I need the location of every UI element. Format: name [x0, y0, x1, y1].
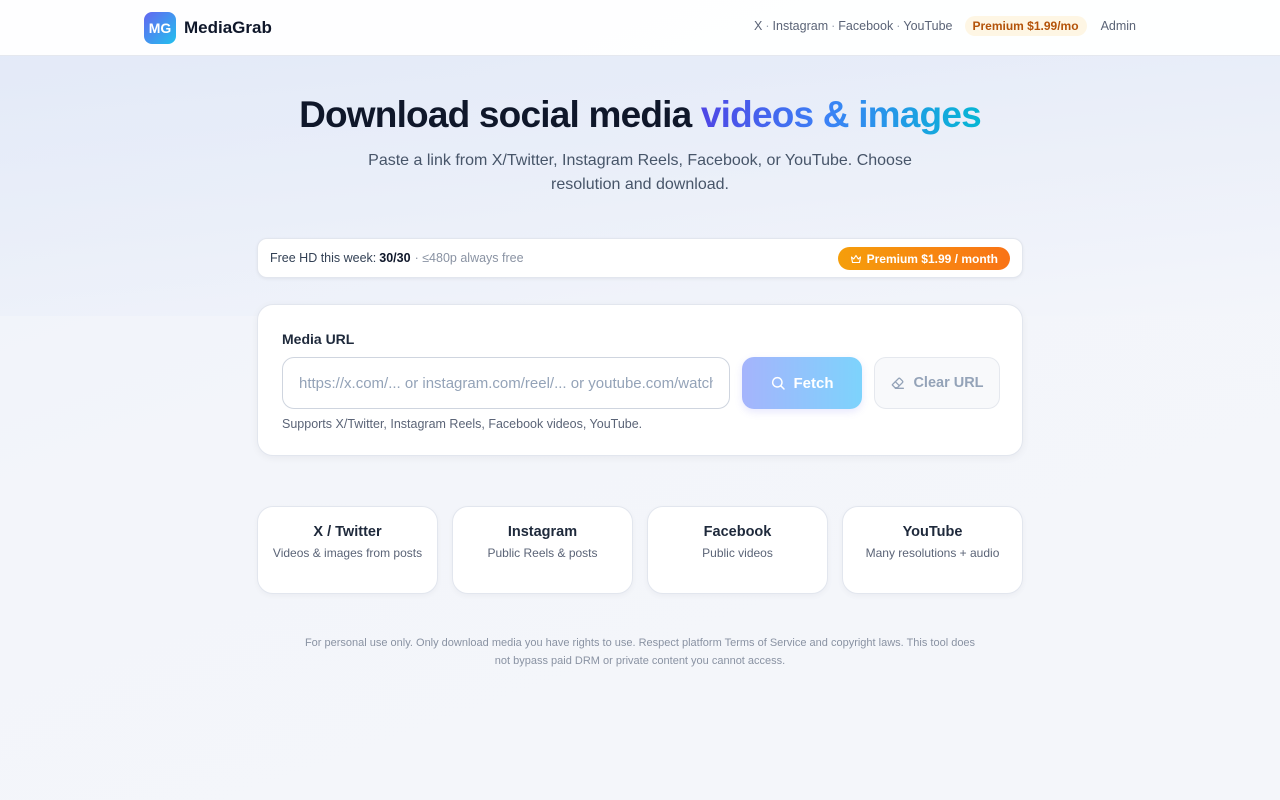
- nav-separator: ·: [831, 19, 836, 33]
- brand-name: MediaGrab: [184, 18, 272, 37]
- page-subtitle: Paste a link from X/Twitter, Instagram R…: [368, 152, 912, 193]
- fetch-button[interactable]: Fetch: [742, 357, 862, 409]
- quota-note: · ≤480p always free: [414, 251, 524, 265]
- top-navbar: MG MediaGrab X · Instagram · Facebook · You…: [0, 0, 1280, 56]
- platform-desc: Public videos: [702, 546, 773, 560]
- platform-title: Instagram: [507, 524, 578, 540]
- premium-badge[interactable]: Premium $1.99/mo: [964, 16, 1087, 36]
- platform-desc: Many resolutions + audio: [865, 546, 1000, 560]
- clear-url-label: Clear URL: [913, 375, 984, 391]
- platform-title: YouTube: [902, 524, 963, 540]
- fetch-button-label: Fetch: [793, 374, 834, 392]
- platform-card-facebook: Facebook Public videos: [647, 506, 828, 594]
- nav-link-instagram[interactable]: Instagram: [773, 19, 829, 33]
- page-title: Download social media videos & images: [0, 94, 1280, 136]
- admin-link[interactable]: Admin: [1101, 19, 1136, 33]
- platform-desc: Public Reels & posts: [487, 546, 598, 560]
- quota-label: Free HD this week:: [270, 251, 377, 265]
- nav-link-youtube[interactable]: YouTube: [903, 19, 952, 33]
- quota-bar: Free HD this week: 30/30 · ≤480p always …: [257, 238, 1023, 278]
- nav-link-facebook[interactable]: Facebook: [838, 19, 893, 33]
- platform-card-youtube: YouTube Many resolutions + audio: [842, 506, 1023, 594]
- platform-title: Facebook: [703, 524, 772, 540]
- nav-link-x[interactable]: X: [754, 19, 762, 33]
- logo: MG: [144, 12, 176, 44]
- url-form-card: Media URL Fetch Clear URL Supports X/Twi…: [257, 304, 1023, 456]
- supported-platforms-text: Supports X/Twitter, Instagram Reels, Fac…: [282, 417, 643, 431]
- title-highlight: videos & images: [700, 94, 982, 135]
- nav-separator: ·: [765, 19, 770, 33]
- search-icon: [770, 375, 786, 391]
- nav-links: X · Instagram · Facebook · YouTube: [754, 19, 952, 33]
- footer-disclaimer: For personal use only. Only download med…: [304, 637, 976, 667]
- media-url-input[interactable]: [282, 357, 730, 409]
- nav: X · Instagram · Facebook · YouTube Premium …: [754, 16, 1136, 36]
- nav-separator: ·: [896, 19, 901, 33]
- brand[interactable]: MG MediaGrab: [144, 12, 272, 44]
- title-plain: Download social media: [299, 94, 701, 135]
- crown-icon: [850, 253, 862, 265]
- clear-url-button[interactable]: Clear URL: [874, 357, 1000, 409]
- media-url-label: Media URL: [282, 331, 355, 347]
- premium-button[interactable]: Premium $1.99 / month: [837, 247, 1010, 270]
- eraser-icon: [890, 375, 906, 391]
- premium-button-label: Premium $1.99 / month: [866, 251, 998, 266]
- platform-desc: Videos & images from posts: [272, 546, 423, 560]
- platform-title: X / Twitter: [313, 524, 382, 540]
- platform-card-x: X / Twitter Videos & images from posts: [257, 506, 438, 594]
- quota-value: 30/30: [379, 251, 411, 265]
- platform-card-instagram: Instagram Public Reels & posts: [452, 506, 633, 594]
- platform-cards: X / Twitter Videos & images from posts I…: [257, 506, 1023, 594]
